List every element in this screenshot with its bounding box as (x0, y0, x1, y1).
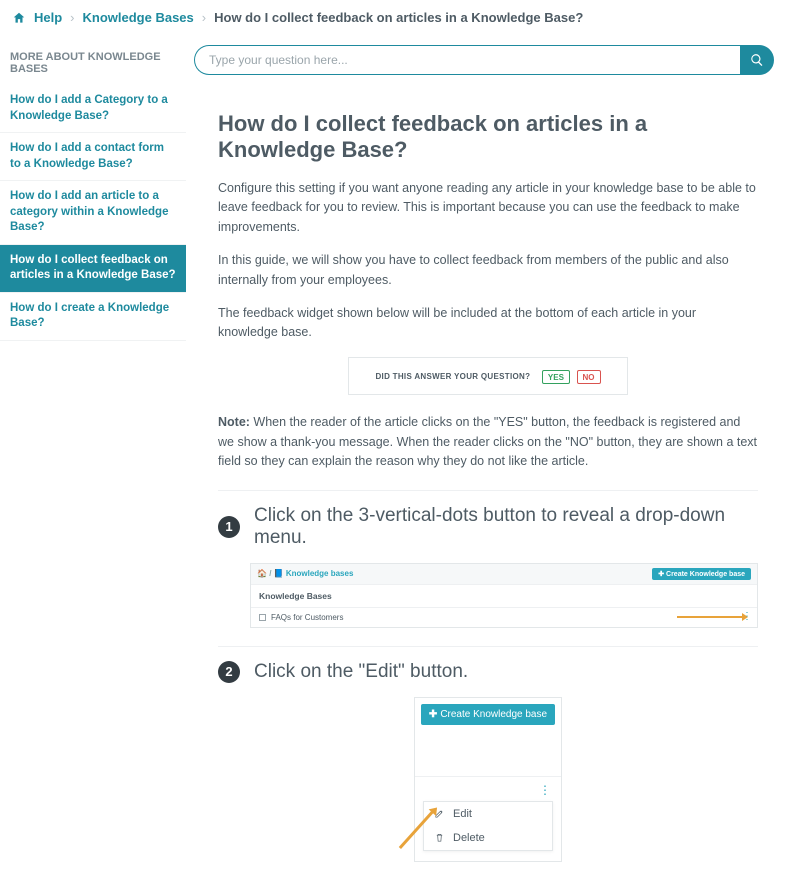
ill-title: Knowledge Bases (251, 584, 757, 607)
article-title: How do I collect feedback on articles in… (218, 111, 758, 163)
article-note: Note: When the reader of the article cli… (218, 413, 758, 471)
vertical-dots-icon: ⋮ (415, 777, 561, 801)
step-number-badge: 1 (218, 516, 240, 538)
sidebar-item-add-contact-form[interactable]: How do I add a contact form to a Knowled… (0, 133, 186, 181)
step-heading: 2 Click on the "Edit" button. (218, 661, 758, 683)
breadcrumb-section[interactable]: Knowledge Bases (83, 10, 194, 25)
step-number-badge: 2 (218, 661, 240, 683)
chevron-right-icon: › (70, 10, 74, 25)
article-paragraph: The feedback widget shown below will be … (218, 304, 758, 343)
step-title: Click on the "Edit" button. (254, 661, 468, 683)
breadcrumb: Help › Knowledge Bases › How do I collec… (0, 0, 786, 35)
search-bar (194, 45, 774, 75)
step-2-illustration: ✚Create Knowledge base ⋮ Edit Delete (414, 697, 562, 862)
dropdown-menu: Edit Delete (423, 801, 553, 851)
sidebar-heading: MORE ABOUT KNOWLEDGE BASES (0, 43, 186, 85)
search-button[interactable] (740, 45, 774, 75)
breadcrumb-current: How do I collect feedback on articles in… (214, 10, 583, 25)
vertical-dots-icon: ⋮ (742, 611, 751, 622)
sidebar-item-collect-feedback[interactable]: How do I collect feedback on articles in… (0, 245, 186, 293)
step-heading: 1 Click on the 3-vertical-dots button to… (218, 505, 758, 549)
sidebar-item-add-article[interactable]: How do I add an article to a category wi… (0, 181, 186, 245)
menu-item-edit: Edit (424, 802, 552, 826)
feedback-widget-illustration: DID THIS ANSWER YOUR QUESTION? YES NO (348, 357, 628, 396)
chevron-right-icon: › (202, 10, 206, 25)
widget-no-button: NO (577, 370, 601, 384)
note-label: Note: (218, 415, 250, 429)
menu-item-delete: Delete (424, 826, 552, 850)
breadcrumb-help[interactable]: Help (34, 10, 62, 25)
home-icon (12, 11, 26, 25)
ill-crumb-section: Knowledge bases (286, 569, 354, 578)
ill-home-icon: 🏠 (257, 569, 267, 578)
ill-create-button: ✚ Create Knowledge base (652, 568, 751, 580)
article-paragraph: Configure this setting if you want anyon… (218, 179, 758, 237)
widget-question: DID THIS ANSWER YOUR QUESTION? (375, 372, 530, 381)
step-title: Click on the 3-vertical-dots button to r… (254, 505, 758, 549)
ill-row-label: FAQs for Customers (271, 613, 343, 622)
main-content: How do I collect feedback on articles in… (186, 35, 786, 886)
search-icon (750, 53, 764, 67)
step-1-illustration: 🏠 / 📘 Knowledge bases ✚ Create Knowledge… (250, 563, 758, 628)
sidebar-item-create-kb[interactable]: How do I create a Knowledge Base? (0, 293, 186, 341)
plus-icon: ✚ (429, 709, 437, 720)
note-text: When the reader of the article clicks on… (218, 415, 757, 468)
sidebar-item-add-category[interactable]: How do I add a Category to a Knowledge B… (0, 85, 186, 133)
divider (218, 646, 758, 647)
article: How do I collect feedback on articles in… (194, 91, 774, 886)
sidebar: MORE ABOUT KNOWLEDGE BASES How do I add … (0, 35, 186, 886)
search-input[interactable] (194, 45, 740, 75)
checkbox-icon (259, 614, 266, 621)
article-paragraph: In this guide, we will show you have to … (218, 251, 758, 290)
ill-create-button: ✚Create Knowledge base (421, 704, 555, 725)
widget-yes-button: YES (542, 370, 570, 384)
ill-row: FAQs for Customers ⋮ (251, 607, 757, 627)
annotation-arrow (677, 616, 743, 618)
trash-icon (434, 832, 445, 843)
divider (218, 490, 758, 491)
